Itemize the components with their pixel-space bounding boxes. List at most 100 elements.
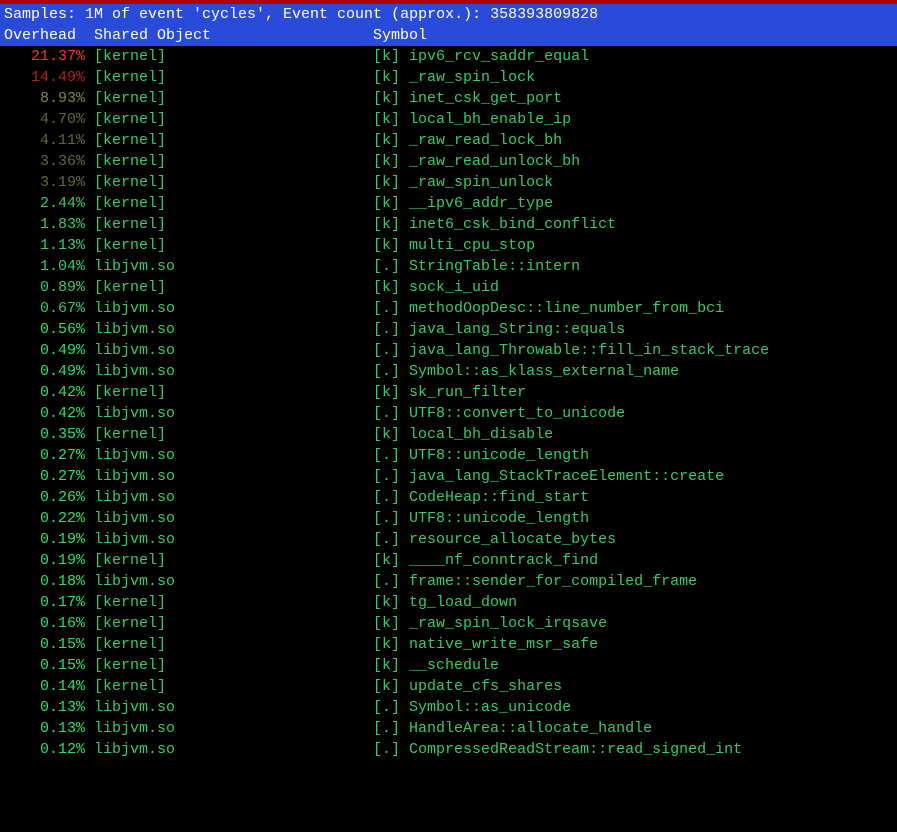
- shared-object: libjvm.so: [94, 298, 364, 319]
- shared-object: [kernel]: [94, 109, 364, 130]
- symbol-tag: [.]: [373, 741, 400, 758]
- table-row[interactable]: 2.44%[kernel][k]__ipv6_addr_type: [4, 193, 893, 214]
- symbol-cell: [k]_raw_spin_unlock: [373, 172, 553, 193]
- symbol-tag: [.]: [373, 405, 400, 422]
- table-row[interactable]: 0.27%libjvm.so[.]UTF8::unicode_length: [4, 445, 893, 466]
- table-row[interactable]: 4.11%[kernel][k]_raw_read_lock_bh: [4, 130, 893, 151]
- table-row[interactable]: 0.19%libjvm.so[.]resource_allocate_bytes: [4, 529, 893, 550]
- symbol-name: local_bh_enable_ip: [409, 111, 571, 128]
- overhead-value: 0.19%: [4, 529, 85, 550]
- symbol-tag: [.]: [373, 531, 400, 548]
- symbol-tag: [.]: [373, 573, 400, 590]
- table-row[interactable]: 0.42%libjvm.so[.]UTF8::convert_to_unicod…: [4, 403, 893, 424]
- symbol-name: multi_cpu_stop: [409, 237, 535, 254]
- table-row[interactable]: 0.19%[kernel][k]____nf_conntrack_find: [4, 550, 893, 571]
- table-row[interactable]: 1.04%libjvm.so[.]StringTable::intern: [4, 256, 893, 277]
- shared-object: libjvm.so: [94, 739, 364, 760]
- symbol-cell: [k]__ipv6_addr_type: [373, 193, 553, 214]
- symbol-cell: [k]local_bh_enable_ip: [373, 109, 571, 130]
- shared-object: [kernel]: [94, 172, 364, 193]
- symbol-cell: [k]inet_csk_get_port: [373, 88, 562, 109]
- overhead-value: 0.17%: [4, 592, 85, 613]
- table-row[interactable]: 0.15%[kernel][k]__schedule: [4, 655, 893, 676]
- symbol-tag: [.]: [373, 363, 400, 380]
- symbol-tag: [k]: [373, 552, 400, 569]
- overhead-value: 0.67%: [4, 298, 85, 319]
- symbol-cell: [.]frame::sender_for_compiled_frame: [373, 571, 697, 592]
- table-row[interactable]: 0.27%libjvm.so[.]java_lang_StackTraceEle…: [4, 466, 893, 487]
- symbol-name: Symbol::as_unicode: [409, 699, 571, 716]
- overhead-value: 0.27%: [4, 445, 85, 466]
- table-row[interactable]: 0.13% libjvm.so [.] Symbol::as_unicode: [4, 697, 893, 718]
- symbol-tag: [k]: [373, 174, 400, 191]
- symbol-cell: [.]java_lang_StackTraceElement::create: [373, 466, 724, 487]
- table-row[interactable]: 3.19%[kernel][k]_raw_spin_unlock: [4, 172, 893, 193]
- table-row[interactable]: 0.12%libjvm.so[.]CompressedReadStream::r…: [4, 739, 893, 760]
- symbol-cell: [k]native_write_msr_safe: [373, 634, 598, 655]
- table-row[interactable]: 0.35%[kernel][k]local_bh_disable: [4, 424, 893, 445]
- table-row[interactable]: 0.42%[kernel][k]sk_run_filter: [4, 382, 893, 403]
- table-row[interactable]: 1.83%[kernel][k]inet6_csk_bind_conflict: [4, 214, 893, 235]
- symbol-tag: [k]: [373, 636, 400, 653]
- table-row[interactable]: 0.89%[kernel][k]sock_i_uid: [4, 277, 893, 298]
- symbol-name: tg_load_down: [409, 594, 517, 611]
- table-row[interactable]: 0.49%libjvm.so[.]Symbol::as_klass_extern…: [4, 361, 893, 382]
- table-row[interactable]: 0.18%libjvm.so[.]frame::sender_for_compi…: [4, 571, 893, 592]
- table-row[interactable]: 0.14%[kernel][k]update_cfs_shares: [4, 676, 893, 697]
- table-row[interactable]: 0.17%[kernel][k]tg_load_down: [4, 592, 893, 613]
- symbol-cell: [.]UTF8::convert_to_unicode: [373, 403, 625, 424]
- perf-report-body[interactable]: 21.37%[kernel][k]ipv6_rcv_saddr_equal14.…: [0, 46, 897, 760]
- symbol-tag: [.]: [373, 510, 400, 527]
- table-row[interactable]: 1.13%[kernel][k]multi_cpu_stop: [4, 235, 893, 256]
- symbol-cell: [k]sock_i_uid: [373, 277, 499, 298]
- table-row[interactable]: 3.36%[kernel][k]_raw_read_unlock_bh: [4, 151, 893, 172]
- table-row[interactable]: 0.22%libjvm.so[.]UTF8::unicode_length: [4, 508, 893, 529]
- shared-object: [kernel]: [94, 382, 364, 403]
- table-row[interactable]: 14.49%[kernel][k]_raw_spin_lock: [4, 67, 893, 88]
- symbol-tag: [k]: [373, 48, 400, 65]
- overhead-value: 0.49%: [4, 340, 85, 361]
- shared-object: libjvm.so: [94, 697, 364, 718]
- shared-object: [kernel]: [94, 130, 364, 151]
- symbol-cell: [.] Symbol::as_unicode: [373, 697, 571, 718]
- symbol-tag: [k]: [373, 69, 400, 86]
- symbol-cell: [.] StringTable::intern: [373, 256, 580, 277]
- overhead-value: 0.13%: [4, 697, 85, 718]
- table-row[interactable]: 0.49%libjvm.so[.]java_lang_Throwable::fi…: [4, 340, 893, 361]
- symbol-cell: [k]_raw_read_unlock_bh: [373, 151, 580, 172]
- symbol-name: CompressedReadStream::read_signed_int: [409, 741, 742, 758]
- symbol-name: ____nf_conntrack_find: [409, 552, 598, 569]
- overhead-value: 0.49%: [4, 361, 85, 382]
- table-row[interactable]: 4.70% [kernel] [k]local_bh_enable_ip: [4, 109, 893, 130]
- column-headers: OverheadShared ObjectSymbol: [0, 25, 897, 46]
- symbol-cell: [k] ____nf_conntrack_find: [373, 550, 598, 571]
- symbol-name: java_lang_String::equals: [409, 321, 625, 338]
- table-row[interactable]: 0.15%[kernel][k]native_write_msr_safe: [4, 634, 893, 655]
- table-row[interactable]: 0.67%libjvm.so[.]methodOopDesc::line_num…: [4, 298, 893, 319]
- shared-object: [kernel]: [94, 151, 364, 172]
- symbol-name: __schedule: [409, 657, 499, 674]
- table-row[interactable]: 0.16%[kernel][k]_raw_spin_lock_irqsave: [4, 613, 893, 634]
- table-row[interactable]: 21.37%[kernel][k]ipv6_rcv_saddr_equal: [4, 46, 893, 67]
- symbol-tag: [.]: [373, 699, 400, 716]
- overhead-value: 14.49%: [4, 67, 85, 88]
- shared-object: [kernel]: [94, 46, 364, 67]
- symbol-cell: [k]ipv6_rcv_saddr_equal: [373, 46, 589, 67]
- shared-object: libjvm.so: [94, 403, 364, 424]
- table-row[interactable]: 8.93%[kernel][k]inet_csk_get_port: [4, 88, 893, 109]
- table-row[interactable]: 0.56%libjvm.so[.]java_lang_String::equal…: [4, 319, 893, 340]
- col-overhead: Overhead: [4, 25, 85, 46]
- symbol-tag: [k]: [373, 216, 400, 233]
- symbol-name: _raw_read_lock_bh: [409, 132, 562, 149]
- shared-object: libjvm.so: [94, 445, 364, 466]
- symbol-name: UTF8::unicode_length: [409, 447, 589, 464]
- symbol-name: StringTable::intern: [409, 258, 580, 275]
- symbol-cell: [.]CodeHeap::find_start: [373, 487, 589, 508]
- shared-object: [kernel]: [94, 676, 364, 697]
- table-row[interactable]: 0.13%libjvm.so[.]HandleArea::allocate_ha…: [4, 718, 893, 739]
- table-row[interactable]: 0.26%libjvm.so[.]CodeHeap::find_start: [4, 487, 893, 508]
- symbol-name: __ipv6_addr_type: [409, 195, 553, 212]
- symbol-cell: [k]multi_cpu_stop: [373, 235, 535, 256]
- overhead-value: 4.70%: [4, 109, 85, 130]
- symbol-tag: [.]: [373, 258, 400, 275]
